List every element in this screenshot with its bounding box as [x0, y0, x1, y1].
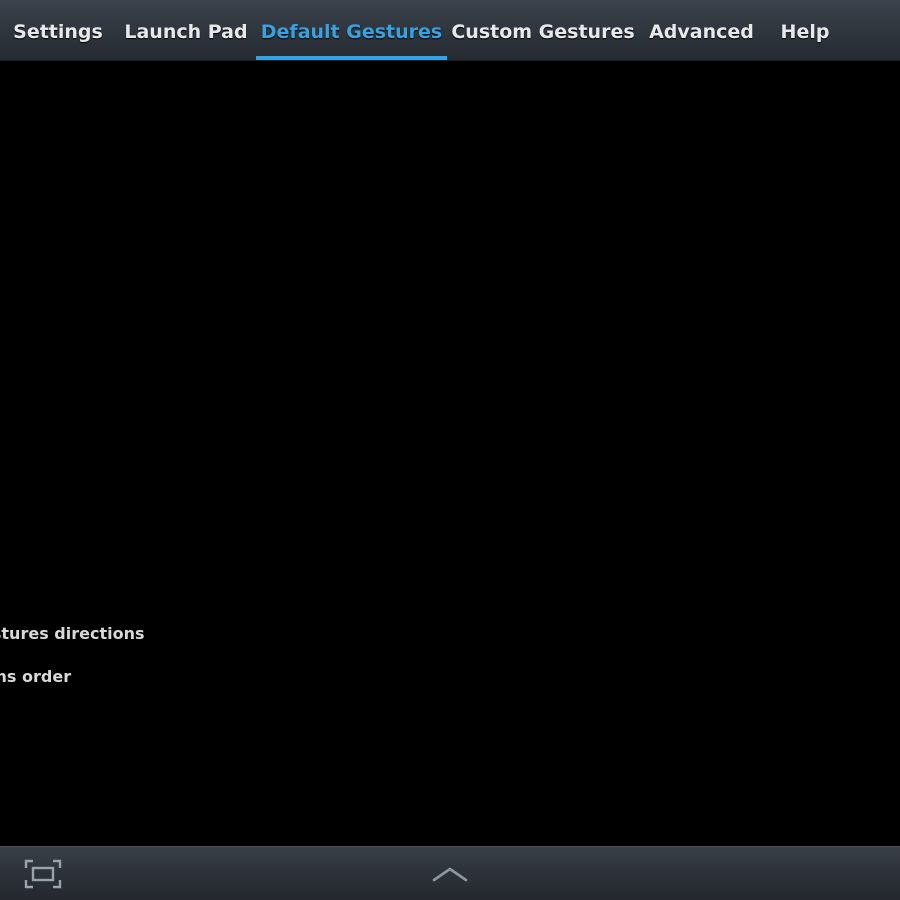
tab-advanced[interactable]: Advanced — [639, 0, 764, 61]
app-screen: Settings Launch Pad Default Gestures Cus… — [0, 0, 900, 900]
tab-default-gestures[interactable]: Default Gestures — [256, 0, 447, 61]
active-tab-indicator — [256, 56, 447, 60]
tab-settings[interactable]: Settings — [0, 0, 116, 61]
system-bar — [0, 846, 900, 900]
tab-bar: Settings Launch Pad Default Gestures Cus… — [0, 0, 900, 61]
tab-help[interactable]: Help — [764, 0, 846, 61]
main-content: tion xt application gestures directions … — [0, 62, 900, 846]
tab-custom-gestures[interactable]: Custom Gestures — [447, 0, 639, 61]
option-icons-order[interactable]: xt application icons order — [0, 667, 71, 686]
option-gestures-directions[interactable]: xt application gestures directions — [0, 624, 144, 643]
tab-launch-pad[interactable]: Launch Pad — [116, 0, 256, 61]
chevron-up-icon[interactable] — [431, 863, 469, 885]
screen-compatibility-icon[interactable] — [24, 859, 62, 889]
